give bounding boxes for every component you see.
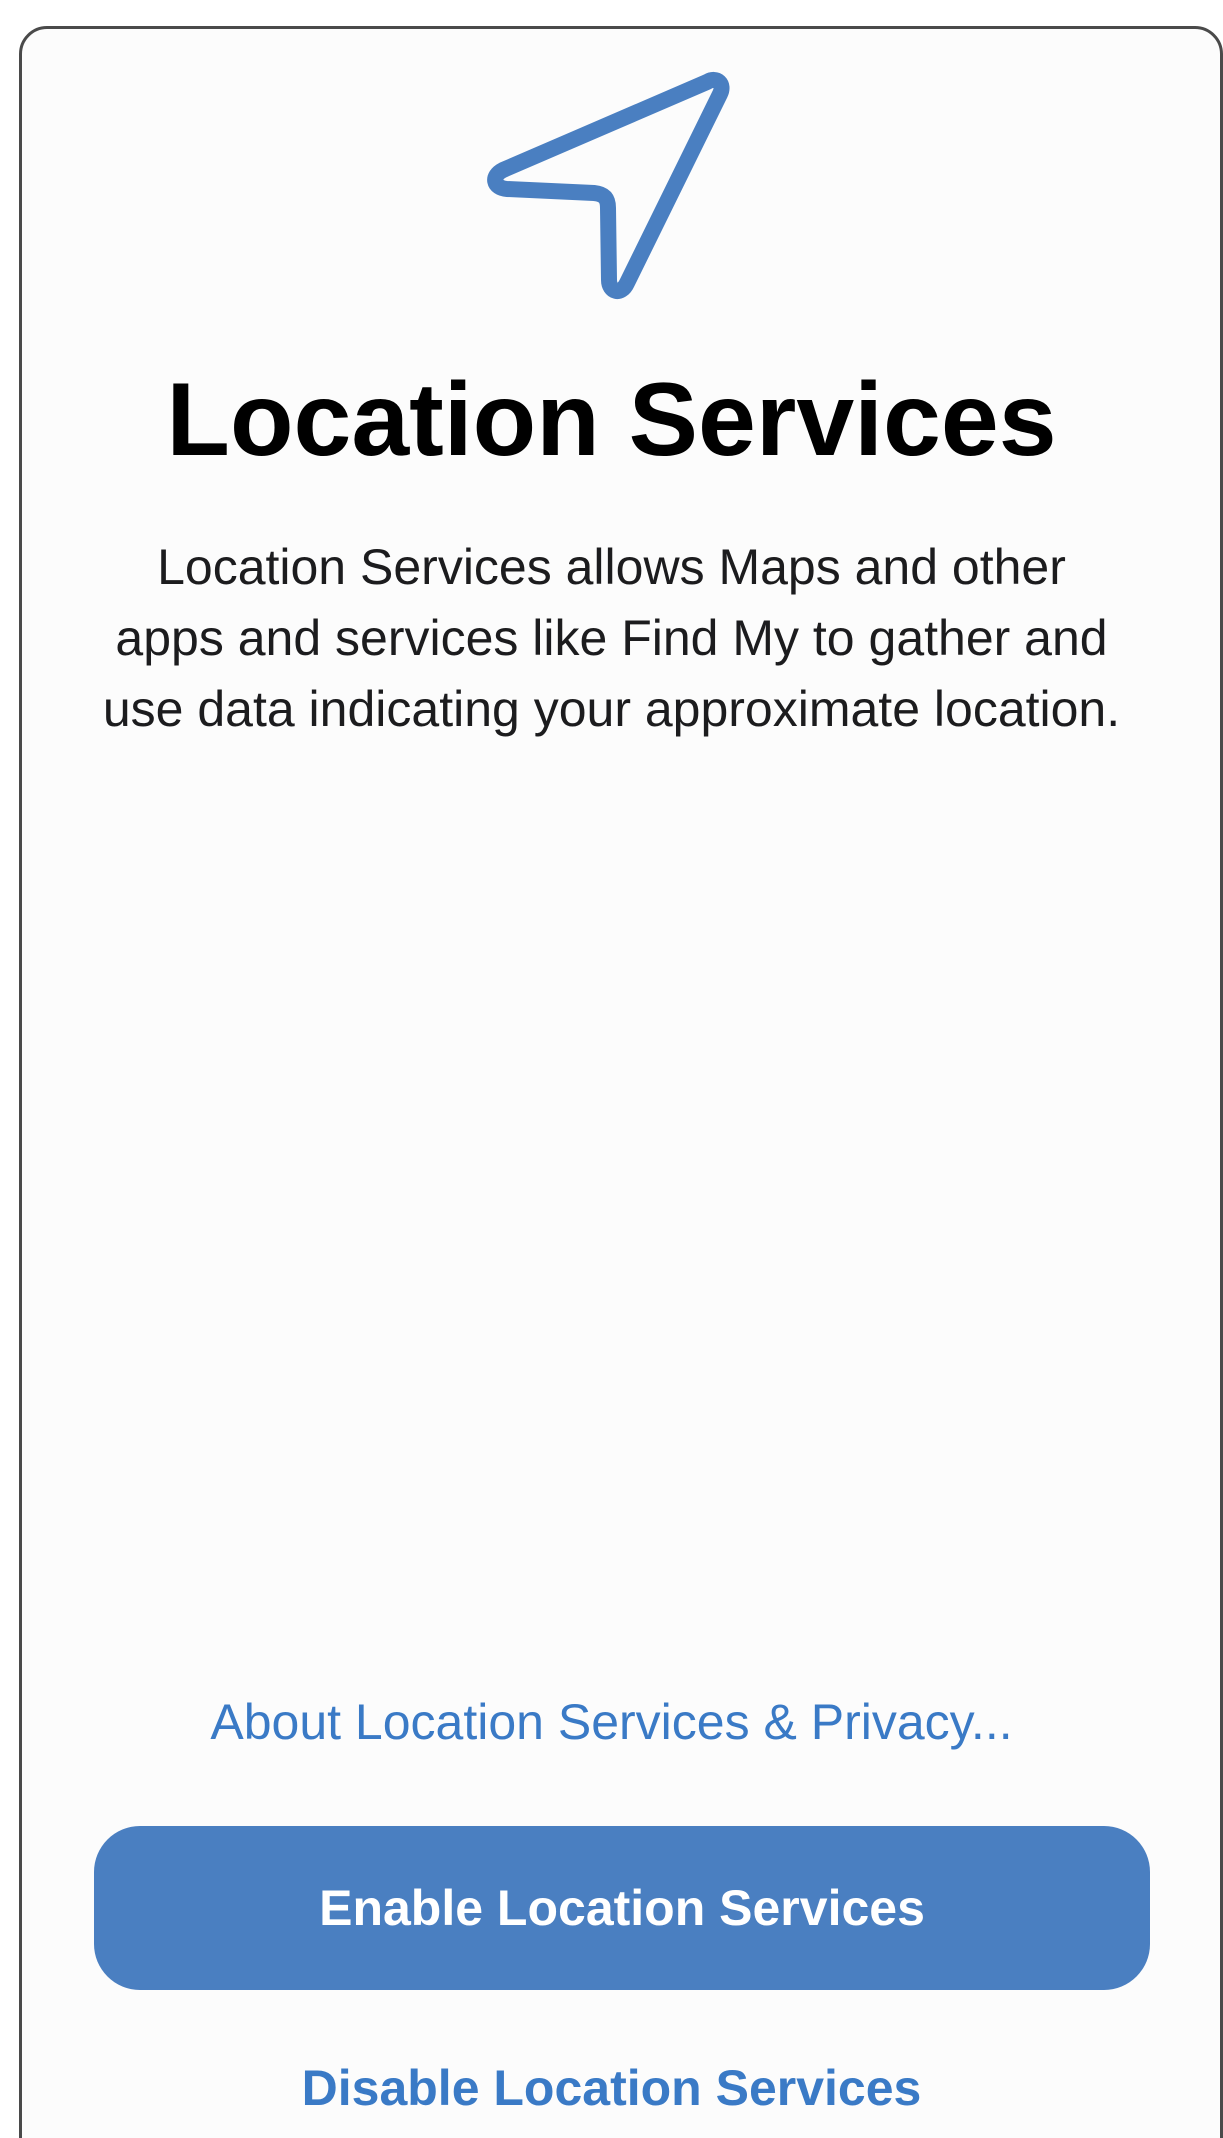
page-title: Location Services — [166, 362, 1057, 478]
about-privacy-link[interactable]: About Location Services & Privacy... — [0, 1692, 1223, 1752]
location-services-card — [19, 26, 1223, 2138]
description-text: Location Services allows Maps and other … — [102, 539, 1121, 737]
enable-location-services-button[interactable]: Enable Location Services — [94, 1826, 1150, 1990]
location-arrow-icon — [487, 72, 730, 299]
disable-location-services-link[interactable]: Disable Location Services — [0, 2058, 1223, 2118]
